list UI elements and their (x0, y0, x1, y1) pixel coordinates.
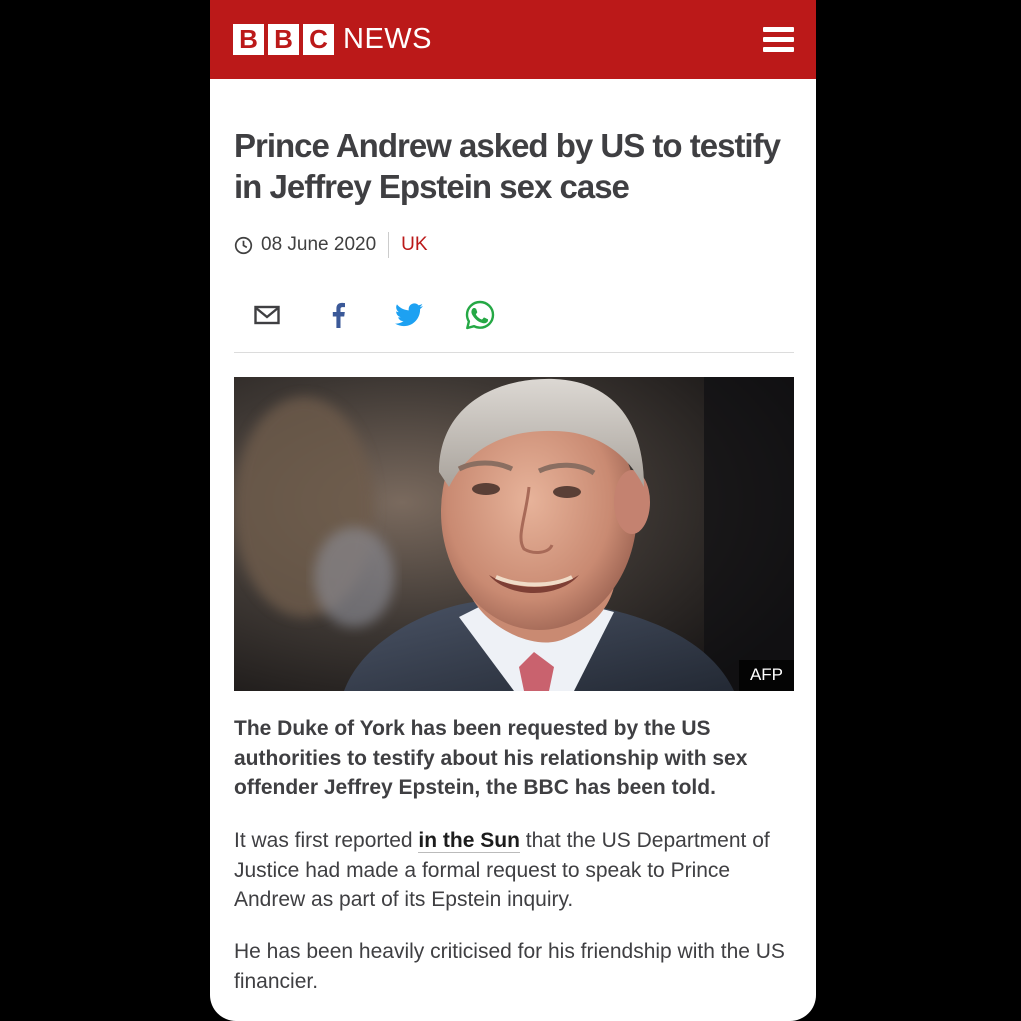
article-meta: 08 June 2020 UK (234, 232, 428, 258)
image-credit: AFP (738, 660, 794, 691)
site-header: B B C NEWS (210, 0, 816, 79)
facebook-icon[interactable] (323, 300, 353, 330)
clock-icon (234, 236, 253, 254)
phone-screen: B B C NEWS Prince Andrew asked by US to … (210, 0, 816, 1021)
article-headline: Prince Andrew asked by US to testify in … (234, 127, 781, 205)
share-tools (252, 300, 536, 330)
article-intro: The Duke of York has been requested by t… (234, 717, 748, 799)
twitter-icon[interactable] (394, 300, 424, 330)
logo-letter-c: C (303, 24, 334, 55)
article-paragraph-2: He has been heavily criticised for his f… (234, 940, 785, 993)
article-image[interactable]: AFP (234, 377, 794, 691)
sun-link[interactable]: in the Sun (418, 829, 520, 853)
logo-letter-b2: B (268, 24, 299, 55)
portrait-illustration (234, 377, 794, 691)
section-link[interactable]: UK (401, 234, 427, 256)
whatsapp-icon[interactable] (465, 300, 495, 330)
hamburger-menu-icon[interactable] (763, 27, 794, 53)
email-icon[interactable] (252, 300, 282, 330)
meta-divider (388, 232, 390, 258)
share-divider (234, 352, 794, 353)
article-date: 08 June 2020 (261, 234, 377, 255)
bbc-news-logo[interactable]: B B C NEWS (233, 24, 432, 55)
para1-before: It was first reported (234, 829, 419, 852)
logo-letter-b1: B (233, 24, 264, 55)
article-paragraph-1: It was first reported in the Sun that th… (234, 826, 799, 915)
logo-news-text: NEWS (343, 23, 432, 55)
